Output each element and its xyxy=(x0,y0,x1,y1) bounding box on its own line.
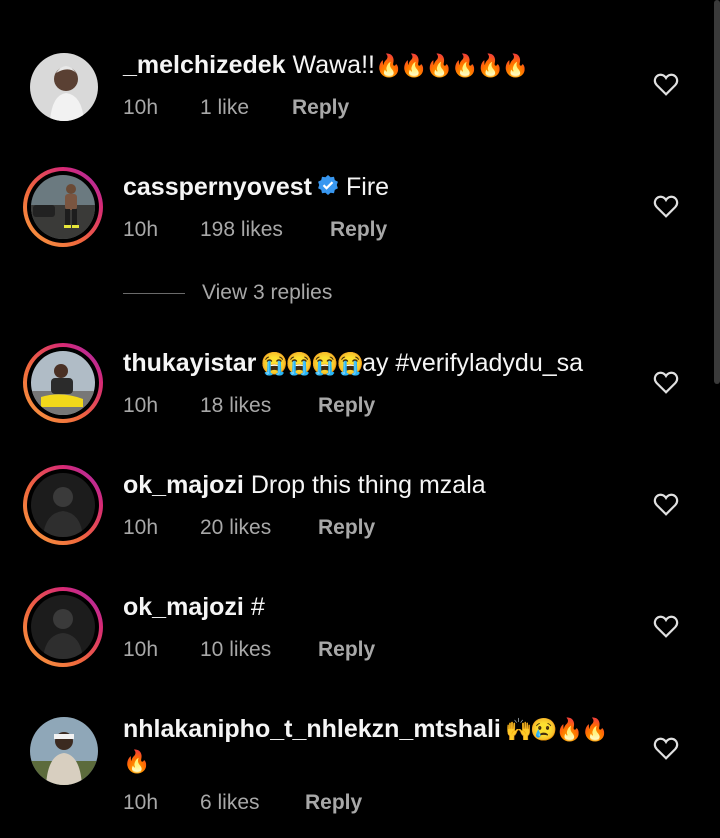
comment-content: _melchizedek Wawa!!🔥🔥🔥🔥🔥🔥 xyxy=(123,50,529,81)
comment-username[interactable]: casspernyovest xyxy=(123,173,312,201)
comment-emoji: 🔥 xyxy=(123,749,150,774)
comment-time: 10h xyxy=(123,218,159,241)
comment-text: ay #verifyladydu_sa xyxy=(362,349,584,377)
comment-likes[interactable]: 1 like xyxy=(200,95,292,121)
comment-content: casspernyovest Fire xyxy=(123,172,389,202)
heart-outline-icon[interactable] xyxy=(653,370,679,394)
avatar[interactable] xyxy=(23,587,103,667)
comment-content: ok_majozi # xyxy=(123,592,265,622)
comment-time: 10h xyxy=(123,791,159,814)
divider xyxy=(123,292,185,294)
comment-emoji: 😭😭😭😭 xyxy=(256,351,365,376)
comment-likes[interactable]: 20 likes xyxy=(200,515,318,541)
comment-emoji: 🙌😢🔥🔥 xyxy=(500,717,609,742)
comment-time: 10h xyxy=(123,96,159,119)
view-replies-button[interactable]: View 3 replies xyxy=(123,281,332,305)
reply-button[interactable]: Reply xyxy=(292,95,349,121)
comment-username[interactable]: _melchizedek xyxy=(123,51,286,79)
comment-username[interactable]: ok_majozi xyxy=(123,593,244,621)
comment-likes[interactable]: 6 likes xyxy=(200,790,305,816)
comment-username[interactable]: ok_majozi xyxy=(123,471,244,499)
comment-item: ok_majozi Drop this thing mzala 10h 20 li… xyxy=(0,460,720,560)
comment-emoji: 🔥🔥🔥🔥🔥🔥 xyxy=(374,53,529,78)
comment-item: _melchizedek Wawa!!🔥🔥🔥🔥🔥🔥 10h 1 like Reply xyxy=(0,40,720,140)
comment-content-line-2: 🔥 xyxy=(123,746,150,777)
comment-text: # xyxy=(243,593,265,621)
avatar[interactable] xyxy=(23,343,103,423)
comment-item: nhlakanipho_t_nhlekzn_mtshali 🙌😢🔥🔥 🔥 10h… xyxy=(0,704,720,838)
reply-button[interactable]: Reply xyxy=(305,790,362,816)
comment-content: nhlakanipho_t_nhlekzn_mtshali 🙌😢🔥🔥 xyxy=(123,714,609,745)
comment-username[interactable]: thukayistar xyxy=(123,349,256,377)
comment-likes[interactable]: 10 likes xyxy=(200,637,318,663)
avatar[interactable] xyxy=(23,167,103,247)
comment-time: 10h xyxy=(123,638,159,661)
heart-outline-icon[interactable] xyxy=(653,736,679,760)
comment-text: Fire xyxy=(346,173,390,201)
avatar[interactable] xyxy=(30,53,98,121)
heart-outline-icon[interactable] xyxy=(653,194,679,218)
reply-button[interactable]: Reply xyxy=(318,515,375,541)
view-replies-label[interactable]: View 3 replies xyxy=(202,281,332,305)
comment-content: ok_majozi Drop this thing mzala xyxy=(123,470,486,500)
comment-item: thukayistar 😭😭😭😭ay #verifyladydu_sa 10h 1… xyxy=(0,338,720,438)
comment-text: Wawa!! xyxy=(285,51,375,79)
reply-button[interactable]: Reply xyxy=(318,393,375,419)
heart-outline-icon[interactable] xyxy=(653,492,679,516)
comment-item: ok_majozi # 10h 10 likes Reply xyxy=(0,582,720,682)
comment-content: thukayistar 😭😭😭😭ay #verifyladydu_sa xyxy=(123,348,583,379)
reply-button[interactable]: Reply xyxy=(318,637,375,663)
comment-item: casspernyovest Fire 10h 198 likes Reply xyxy=(0,162,720,262)
comment-username[interactable]: nhlakanipho_t_nhlekzn_mtshali xyxy=(123,715,501,743)
avatar[interactable] xyxy=(30,717,98,785)
heart-outline-icon[interactable] xyxy=(653,72,679,96)
comment-text: Drop this thing mzala xyxy=(243,471,486,499)
comment-time: 10h xyxy=(123,394,159,417)
comment-likes[interactable]: 18 likes xyxy=(200,393,318,419)
verified-badge-icon xyxy=(318,175,338,195)
comment-time: 10h xyxy=(123,516,159,539)
reply-button[interactable]: Reply xyxy=(330,217,387,243)
avatar[interactable] xyxy=(23,465,103,545)
comment-likes[interactable]: 198 likes xyxy=(200,217,330,243)
heart-outline-icon[interactable] xyxy=(653,614,679,638)
